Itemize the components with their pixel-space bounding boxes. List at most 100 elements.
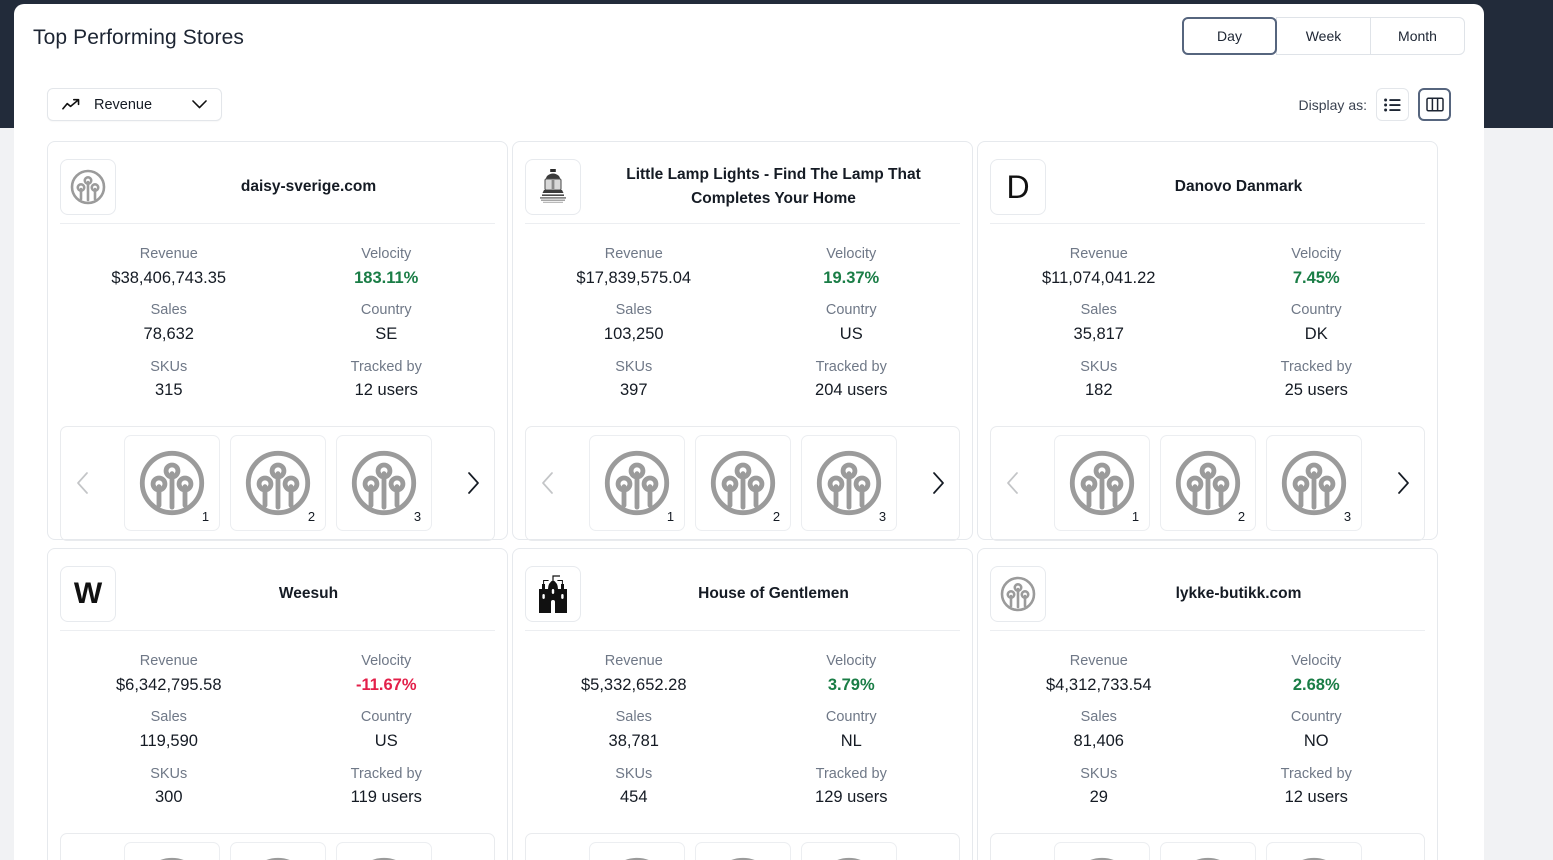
carousel-items: 1 2 — [99, 435, 456, 532]
country-label: Country — [1290, 302, 1342, 319]
revenue-label: Revenue — [139, 653, 198, 669]
page-title: Top Performing Stores — [33, 26, 245, 49]
carousel-prev-button[interactable] — [69, 463, 95, 503]
tracked-by-label: Tracked by — [815, 765, 887, 782]
revenue-value: $4,312,733.54 — [1045, 675, 1152, 694]
carousel-items: 1 2 — [564, 435, 921, 532]
card-header: Little Lamp Lights - Find The Lamp That … — [525, 154, 960, 224]
product-badge: 3 — [873, 507, 892, 527]
product-badge: 3 — [1338, 507, 1357, 527]
skus-label: SKUs — [1080, 765, 1118, 782]
skus-label: SKUs — [150, 765, 188, 782]
period-toggle-group: Day Week Month — [1182, 17, 1465, 55]
revenue-label: Revenue — [604, 246, 663, 262]
flower-icon — [997, 573, 1039, 615]
period-tab-day[interactable]: Day — [1182, 17, 1277, 55]
carousel-prev-button[interactable] — [534, 463, 560, 503]
velocity-value: 183.11% — [354, 268, 419, 287]
country-value: US — [374, 732, 398, 751]
revenue-value: $17,839,575.04 — [576, 268, 692, 287]
carousel-items: 1 2 — [1029, 435, 1386, 532]
period-tab-month[interactable]: Month — [1370, 17, 1465, 55]
metric-select[interactable]: Revenue — [47, 88, 222, 121]
display-as-label: Display as: — [1298, 96, 1367, 113]
carousel-next-button[interactable] — [460, 463, 486, 503]
castle-icon — [535, 574, 571, 613]
country-value: DK — [1304, 325, 1328, 344]
carousel-prev-button[interactable] — [999, 463, 1025, 503]
tracked-by-value: 204 users — [815, 381, 888, 400]
store-card[interactable]: D Danovo Danmark Revenue Velocity $11,07… — [977, 141, 1438, 541]
store-card[interactable]: House of Gentlemen Revenue Velocity $5,3… — [512, 548, 973, 860]
product-thumb[interactable]: 2 — [694, 435, 791, 532]
revenue-value: $5,332,652.28 — [580, 675, 687, 694]
carousel-next-button[interactable] — [1390, 463, 1416, 503]
store-card[interactable]: W Weesuh Revenue Velocity $6,342,795.58 … — [47, 548, 508, 860]
product-carousel: 1 2 — [990, 425, 1425, 541]
product-thumb[interactable]: 1 — [588, 435, 685, 532]
product-thumb[interactable]: 3 — [335, 435, 432, 532]
skus-label: SKUs — [615, 358, 653, 375]
country-label: Country — [360, 709, 412, 726]
grid-view-button[interactable] — [1418, 88, 1451, 121]
product-thumb[interactable]: 1 — [588, 842, 685, 860]
velocity-value: 7.45% — [1292, 268, 1340, 287]
store-card[interactable]: lykke-butikk.com Revenue Velocity $4,312… — [977, 548, 1438, 860]
product-thumb[interactable]: 1 — [123, 842, 220, 860]
store-stats: Revenue Velocity $4,312,733.54 2.68% Sal… — [990, 645, 1425, 814]
product-thumb[interactable]: 3 — [800, 842, 897, 860]
product-thumb[interactable]: 2 — [1159, 842, 1256, 860]
product-thumb[interactable]: 2 — [229, 842, 326, 860]
tracked-by-label: Tracked by — [815, 358, 887, 375]
velocity-value: 2.68% — [1292, 675, 1340, 694]
store-logo — [60, 158, 116, 215]
store-cards-grid: daisy-sverige.com Revenue Velocity $38,4… — [47, 141, 1459, 860]
product-thumb[interactable]: 1 — [1053, 842, 1150, 860]
product-thumb[interactable]: 2 — [1159, 435, 1256, 532]
columns-icon — [1425, 97, 1444, 112]
skus-value: 315 — [154, 381, 183, 400]
product-thumb[interactable]: 2 — [229, 435, 326, 532]
revenue-value: $11,074,041.22 — [1042, 268, 1156, 287]
card-header: House of Gentlemen — [525, 561, 960, 631]
country-value: US — [839, 325, 863, 344]
product-thumb[interactable]: 2 — [694, 842, 791, 860]
store-stats: Revenue Velocity $5,332,652.28 3.79% Sal… — [525, 645, 960, 814]
store-name: daisy-sverige.com — [240, 177, 377, 195]
store-stats: Revenue Velocity $38,406,743.35 183.11% … — [60, 238, 495, 407]
product-thumb[interactable]: 3 — [335, 842, 432, 860]
country-label: Country — [1290, 709, 1342, 726]
product-thumb[interactable]: 3 — [1265, 842, 1362, 860]
product-thumb[interactable]: 1 — [1053, 435, 1150, 532]
sales-value: 35,817 — [1073, 325, 1124, 344]
store-card[interactable]: Little Lamp Lights - Find The Lamp That … — [512, 141, 973, 541]
product-thumb[interactable]: 3 — [800, 435, 897, 532]
velocity-value: 19.37% — [823, 268, 880, 287]
sales-label: Sales — [615, 709, 652, 726]
sales-label: Sales — [615, 302, 652, 319]
store-name: House of Gentlemen — [698, 584, 849, 602]
product-carousel: 1 2 — [60, 425, 495, 541]
skus-value: 454 — [619, 788, 648, 807]
store-card[interactable]: daisy-sverige.com Revenue Velocity $38,4… — [47, 141, 508, 541]
card-header: W Weesuh — [60, 561, 495, 631]
panel-header: Top Performing Stores Day Week Month — [14, 4, 1484, 88]
tracked-by-label: Tracked by — [350, 765, 422, 782]
carousel-items: 1 2 — [99, 842, 456, 860]
country-value: NL — [840, 732, 862, 751]
sales-label: Sales — [150, 302, 187, 319]
logo-letter: W — [73, 576, 103, 610]
period-tab-week[interactable]: Week — [1276, 17, 1371, 55]
revenue-value: $38,406,743.35 — [111, 268, 227, 287]
skus-value: 182 — [1084, 381, 1113, 400]
list-view-button[interactable] — [1376, 88, 1409, 121]
product-badge: 2 — [1232, 507, 1251, 527]
sales-label: Sales — [1080, 709, 1117, 726]
product-badge: 2 — [767, 507, 786, 527]
carousel-next-button[interactable] — [925, 463, 951, 503]
product-carousel: 1 2 — [525, 425, 960, 541]
product-thumb[interactable]: 1 — [123, 435, 220, 532]
product-thumb[interactable]: 3 — [1265, 435, 1362, 532]
velocity-value: 3.79% — [827, 675, 875, 694]
store-name: Weesuh — [278, 584, 339, 602]
